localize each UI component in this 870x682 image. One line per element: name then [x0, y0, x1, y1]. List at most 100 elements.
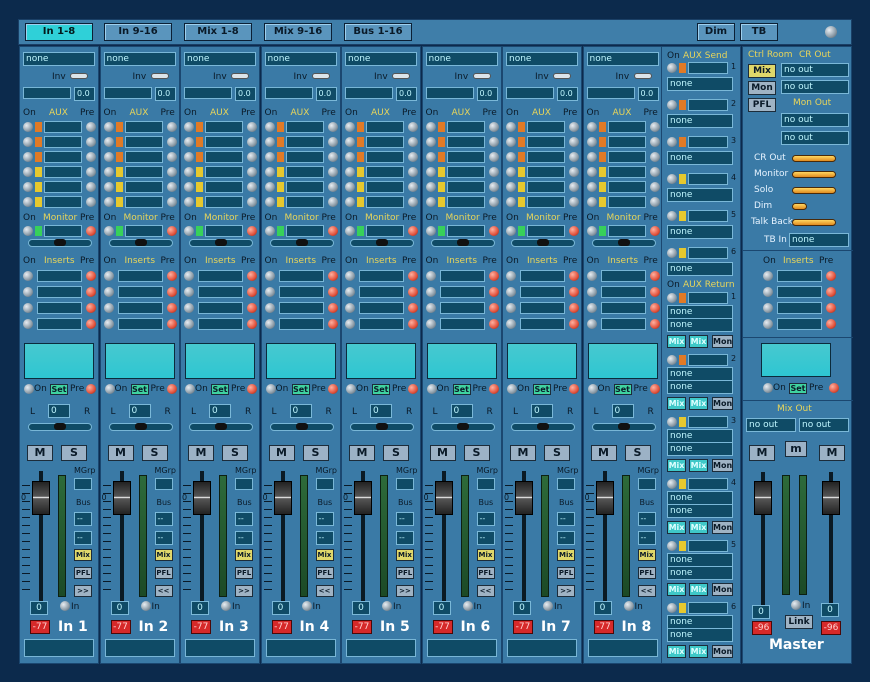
monitor-pan-knob[interactable] [295, 239, 308, 246]
master-mute-right-button[interactable]: M [819, 445, 845, 461]
insert-pre-radio[interactable] [247, 271, 257, 281]
aux-pre-radio[interactable] [408, 122, 418, 132]
aux-send-knob-icon[interactable] [518, 197, 525, 207]
set-button[interactable]: Set [533, 384, 551, 395]
mix-button[interactable]: Mix [476, 549, 495, 561]
aux-return-knob-icon[interactable] [679, 355, 686, 365]
aux-return-knob-icon[interactable] [679, 293, 686, 303]
aux-pre-radio[interactable] [247, 152, 257, 162]
aux-send-on-radio[interactable] [667, 174, 677, 184]
aux-return-on-radio[interactable] [667, 417, 677, 427]
gain-slider[interactable] [586, 87, 635, 99]
cr-level-bar[interactable] [792, 219, 836, 226]
aux-on-radio[interactable] [264, 197, 275, 207]
set-button[interactable]: Set [50, 384, 68, 395]
insert-on-radio[interactable] [345, 303, 355, 313]
in-radio[interactable] [140, 601, 151, 611]
gain-slider[interactable] [184, 87, 232, 99]
aux-send-knob-icon[interactable] [196, 122, 203, 132]
channel-input-field[interactable]: none [506, 52, 578, 66]
set-button[interactable]: Set [211, 384, 229, 395]
monitor-send-slot[interactable] [446, 225, 485, 237]
master-fader-left-handle[interactable] [754, 481, 772, 515]
aux-return-mon-button[interactable]: Mon [712, 521, 733, 534]
insert-slot[interactable] [359, 270, 404, 282]
cr-mix-button[interactable]: Mix [748, 64, 776, 78]
pan-knob[interactable] [215, 423, 227, 430]
aux-send-master-knob-icon[interactable] [679, 174, 686, 184]
aux-send-slot[interactable] [527, 136, 565, 148]
insert-pre-radio[interactable] [247, 319, 257, 329]
gain-slider[interactable] [506, 87, 554, 99]
mgrp-slot[interactable] [235, 478, 253, 490]
aux-send-slot[interactable] [124, 136, 163, 148]
set-pre-radio[interactable] [166, 384, 177, 394]
monitor-send-slot[interactable] [44, 225, 82, 237]
bus-slot-2[interactable]: -- [74, 531, 92, 545]
insert-on-radio[interactable] [23, 303, 33, 313]
solo-button[interactable]: S [624, 445, 651, 461]
mix-button[interactable]: Mix [637, 549, 656, 561]
solo-button[interactable]: S [141, 445, 168, 461]
aux-return-mix-button-a[interactable]: Mix [667, 459, 686, 472]
aux-send-knob-icon[interactable] [598, 122, 606, 132]
aux-send-slot[interactable] [285, 151, 324, 163]
aux-send-on-radio[interactable] [667, 248, 677, 258]
aux-pre-radio[interactable] [247, 137, 257, 147]
invert-toggle[interactable] [472, 73, 491, 79]
aux-send-slot[interactable] [44, 196, 82, 208]
aux-on-radio[interactable] [586, 137, 597, 147]
channel-input-field[interactable]: none [103, 52, 176, 66]
aux-send-on-radio[interactable] [667, 137, 677, 147]
master-in-radio[interactable] [791, 600, 801, 610]
insert-pre-radio[interactable] [327, 271, 338, 281]
master-insert-on-radio[interactable] [763, 303, 773, 313]
aux-pre-radio[interactable] [86, 152, 96, 162]
aux-on-radio[interactable] [506, 197, 516, 207]
aux-send-knob-icon[interactable] [115, 167, 123, 177]
aux-send-master-slot[interactable] [688, 247, 728, 259]
aux-return-mix-button-b[interactable]: Mix [689, 645, 708, 658]
aux-pre-radio[interactable] [166, 122, 177, 132]
monitor-on-radio[interactable] [586, 226, 597, 236]
set-pre-radio[interactable] [408, 384, 418, 394]
aux-send-slot[interactable] [205, 121, 243, 133]
pan-knob[interactable] [456, 423, 469, 430]
aux-on-radio[interactable] [184, 152, 194, 162]
monitor-pre-radio[interactable] [86, 226, 96, 236]
aux-on-radio[interactable] [586, 197, 597, 207]
insert-pre-radio[interactable] [408, 287, 418, 297]
cr-level-bar[interactable] [792, 171, 836, 178]
insert-pre-radio[interactable] [649, 287, 660, 297]
aux-send-master-knob-icon[interactable] [679, 100, 686, 110]
pfl-button[interactable]: PFL [154, 567, 173, 579]
insert-on-radio[interactable] [506, 287, 516, 297]
aux-send-knob-icon[interactable] [196, 182, 203, 192]
aux-send-master-knob-icon[interactable] [679, 248, 686, 258]
mute-button[interactable]: M [590, 445, 617, 461]
aux-send-out-field[interactable]: none [667, 77, 733, 91]
master-insert-pre-radio[interactable] [826, 303, 836, 313]
bus-slot-1[interactable]: -- [396, 512, 414, 526]
set-on-radio[interactable] [24, 384, 34, 394]
insert-slot[interactable] [37, 270, 82, 282]
aux-pre-radio[interactable] [166, 137, 177, 147]
aux-send-slot[interactable] [205, 181, 243, 193]
aux-send-slot[interactable] [446, 136, 485, 148]
insert-slot[interactable] [278, 302, 324, 314]
insert-pre-radio[interactable] [569, 287, 579, 297]
monitor-on-radio[interactable] [264, 226, 275, 236]
in-radio[interactable] [543, 601, 553, 611]
insert-pre-radio[interactable] [86, 319, 96, 329]
aux-on-radio[interactable] [103, 167, 114, 177]
insert-slot[interactable] [37, 302, 82, 314]
aux-pre-radio[interactable] [327, 182, 338, 192]
mute-button[interactable]: M [27, 445, 53, 461]
aux-on-radio[interactable] [586, 122, 597, 132]
insert-slot[interactable] [600, 302, 646, 314]
insert-slot[interactable] [439, 270, 485, 282]
aux-return-mix-button-b[interactable]: Mix [689, 583, 708, 596]
insert-slot[interactable] [198, 318, 243, 330]
aux-return-on-radio[interactable] [667, 293, 677, 303]
aux-return-slot[interactable] [688, 416, 728, 428]
